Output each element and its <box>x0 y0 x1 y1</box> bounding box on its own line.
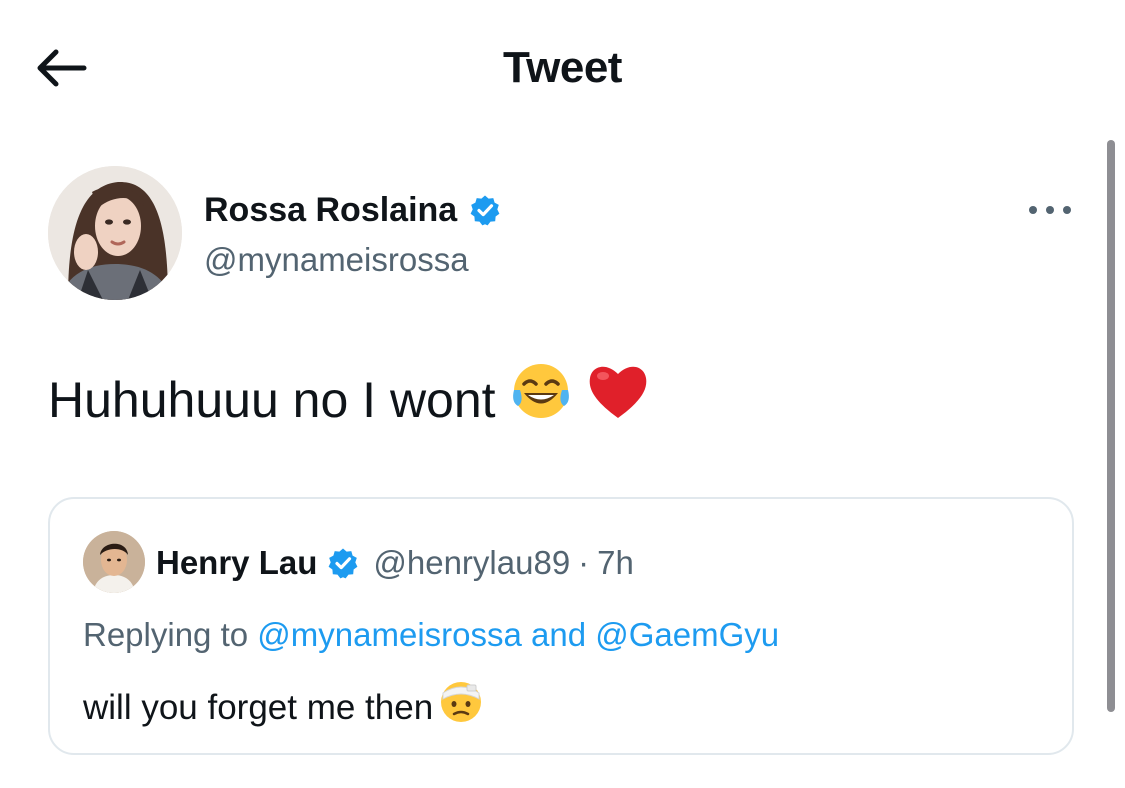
author-name[interactable]: Rossa Roslaina <box>204 188 501 232</box>
more-horizontal-icon <box>1029 206 1071 214</box>
quoted-author-name: Henry Lau <box>156 544 318 581</box>
quoted-author-handle: @henrylau89 <box>373 544 571 581</box>
tweet-body: Huhuhuuu no I wont <box>48 360 650 440</box>
mention-gaemgyu[interactable]: @GaemGyu <box>595 616 779 653</box>
face-with-tears-of-joy-icon <box>510 360 572 440</box>
verified-badge-icon <box>328 548 358 579</box>
page-title: Tweet <box>503 43 622 92</box>
author-avatar[interactable] <box>48 166 182 300</box>
verified-badge-icon <box>470 195 500 226</box>
quoted-tweet-header: Henry Lau @henrylau89 · 7h <box>156 539 634 587</box>
quoted-tweet-time: 7h <box>597 544 634 581</box>
quoted-author-avatar <box>83 531 145 593</box>
red-heart-icon <box>586 360 650 440</box>
dot-separator: · <box>578 544 590 581</box>
tweet-text: Huhuhuuu no I wont <box>48 372 496 428</box>
mention-mynameisrossa[interactable]: @mynameisrossa <box>257 616 522 653</box>
quoted-tweet-text: will you forget me then <box>83 687 434 727</box>
replying-to-label: Replying to <box>83 616 249 653</box>
replying-to-line: Replying to @mynameisrossa and @GaemGyu <box>83 611 779 659</box>
quoted-tweet-card[interactable]: Henry Lau @henrylau89 · 7h Replying to @… <box>48 497 1074 755</box>
mention-conjunction[interactable]: and <box>531 616 586 653</box>
author-handle[interactable]: @mynameisrossa <box>204 238 469 282</box>
scrollbar[interactable] <box>1107 140 1115 712</box>
face-with-head-bandage-icon <box>437 677 485 738</box>
author-name-text: Rossa Roslaina <box>204 191 458 229</box>
quoted-tweet-body: will you forget me then <box>83 677 485 738</box>
more-button[interactable] <box>1024 196 1076 224</box>
